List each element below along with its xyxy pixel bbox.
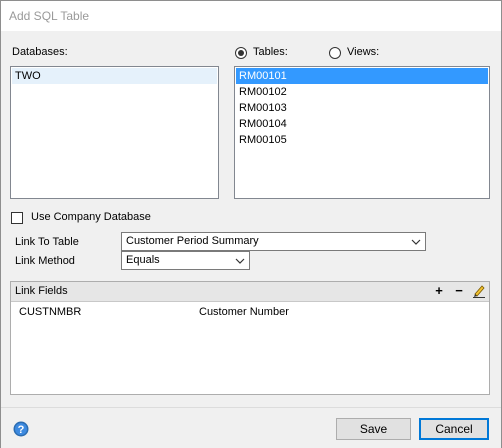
views-radio[interactable] xyxy=(329,47,341,59)
help-icon[interactable]: ? xyxy=(13,421,29,437)
radio-selected-dot xyxy=(238,50,244,56)
table-item-rm00101[interactable]: RM00101 xyxy=(236,68,488,84)
window-title: Add SQL Table xyxy=(9,9,90,23)
dialog-button-bar: ? Save Cancel xyxy=(1,407,501,448)
link-to-table-dropdown[interactable]: Customer Period Summary xyxy=(121,232,426,251)
table-row[interactable]: CUSTNMBR Customer Number xyxy=(11,304,489,320)
link-method-value: Equals xyxy=(126,254,160,266)
link-fields-header: Link Fields + − xyxy=(11,282,489,302)
databases-list[interactable]: TWO xyxy=(10,66,219,199)
databases-label: Databases: xyxy=(12,46,68,58)
link-method-label: Link Method xyxy=(15,255,75,267)
pencil-icon xyxy=(473,285,485,298)
save-button[interactable]: Save xyxy=(336,418,411,440)
tables-radio[interactable] xyxy=(235,47,247,59)
views-radio-label: Views: xyxy=(347,46,380,58)
table-item-rm00105[interactable]: RM00105 xyxy=(236,132,488,148)
link-to-table-label: Link To Table xyxy=(15,236,79,248)
chevron-down-icon xyxy=(235,258,245,264)
link-to-table-value: Customer Period Summary xyxy=(126,235,259,247)
use-company-database-label: Use Company Database xyxy=(31,211,151,223)
tables-list[interactable]: RM00101 RM00102 RM00103 RM00104 RM00105 xyxy=(234,66,490,199)
table-item-rm00102[interactable]: RM00102 xyxy=(236,84,488,100)
table-item-rm00104[interactable]: RM00104 xyxy=(236,116,488,132)
remove-link-field-button[interactable]: − xyxy=(451,283,467,299)
use-company-database-checkbox[interactable] xyxy=(11,212,23,224)
link-field-name: CUSTNMBR xyxy=(19,306,82,318)
tables-radio-label: Tables: xyxy=(253,46,288,58)
link-fields-title: Link Fields xyxy=(15,285,68,297)
svg-text:?: ? xyxy=(18,424,25,436)
link-field-description: Customer Number xyxy=(199,306,289,318)
title-bar: Add SQL Table xyxy=(1,1,501,31)
table-item-rm00103[interactable]: RM00103 xyxy=(236,100,488,116)
cancel-button[interactable]: Cancel xyxy=(419,418,489,440)
add-sql-table-dialog: Add SQL Table Databases: TWO Tables: Vie… xyxy=(0,0,502,448)
chevron-down-icon xyxy=(411,239,421,245)
link-method-dropdown[interactable]: Equals xyxy=(121,251,250,270)
add-link-field-button[interactable]: + xyxy=(431,283,447,299)
edit-link-field-button[interactable] xyxy=(471,283,487,299)
database-item-two[interactable]: TWO xyxy=(12,68,217,84)
link-fields-grid: Link Fields + − CUSTNMBR Customer Number xyxy=(10,281,490,395)
